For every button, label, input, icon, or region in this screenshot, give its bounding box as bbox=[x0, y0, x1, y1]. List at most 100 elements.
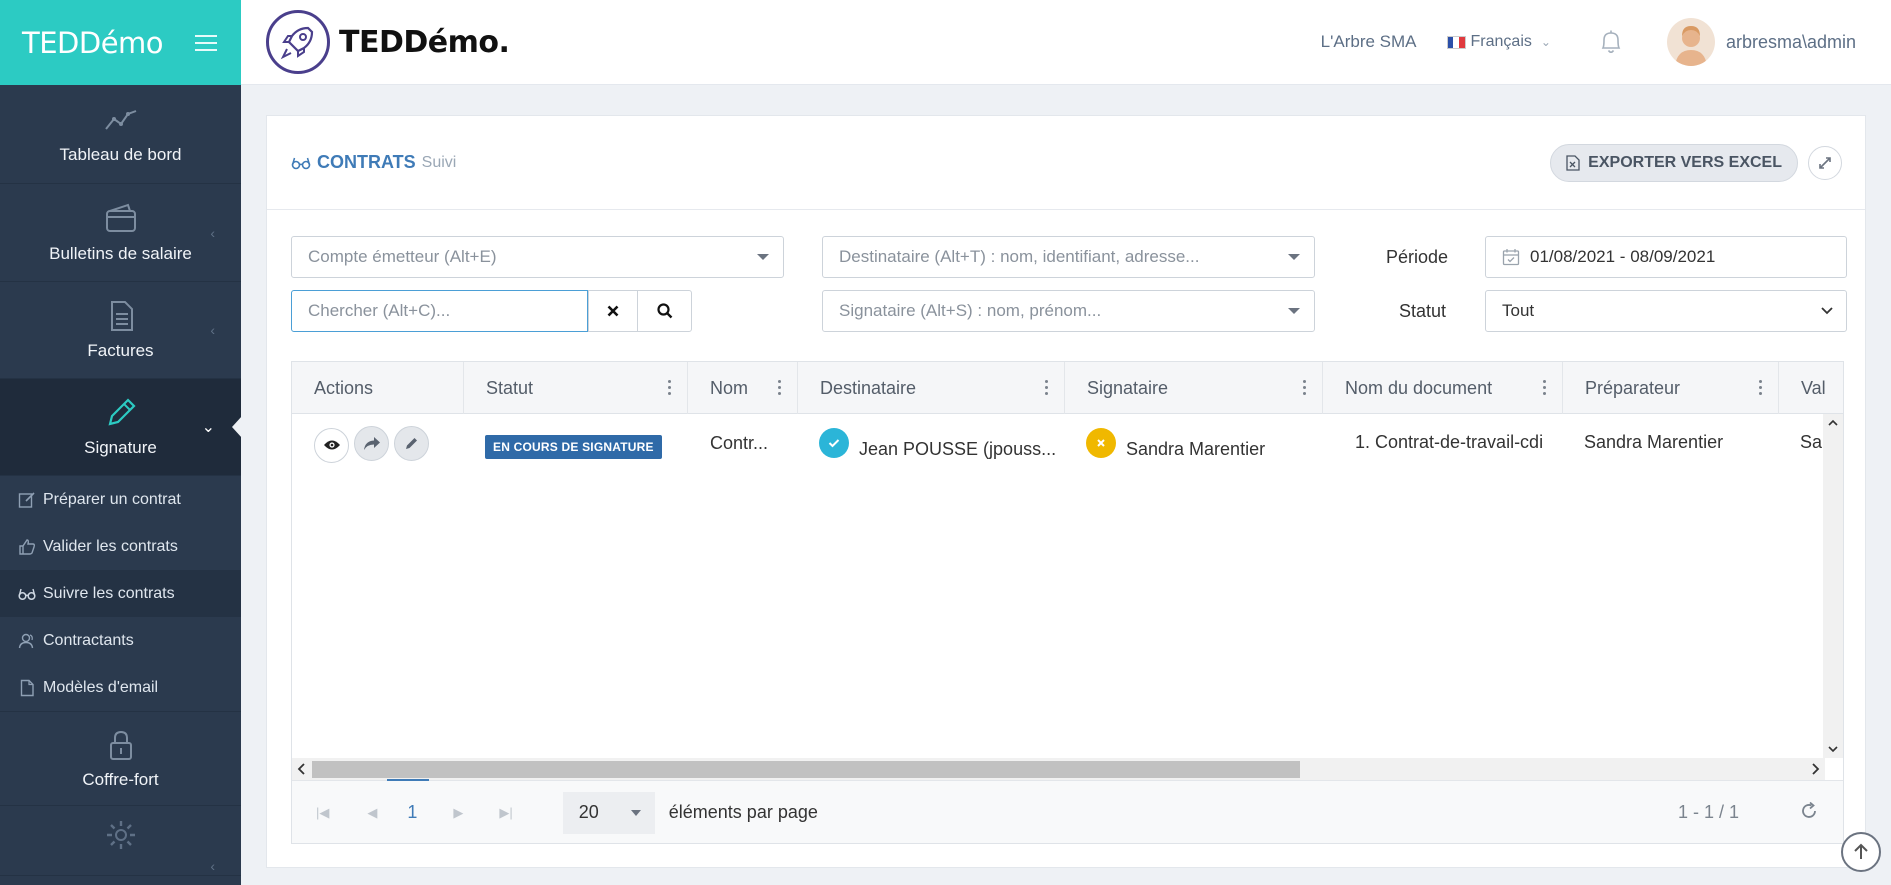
organization-name[interactable]: L'Arbre SMA bbox=[1321, 32, 1417, 52]
search-button[interactable] bbox=[637, 290, 692, 332]
menu-toggle-icon[interactable] bbox=[195, 34, 217, 51]
excel-file-icon bbox=[1566, 155, 1580, 171]
row-actions bbox=[314, 426, 434, 463]
column-header-status[interactable]: Statut bbox=[464, 362, 688, 414]
column-header-recipient[interactable]: Destinataire bbox=[798, 362, 1065, 414]
submenu-validate-contracts[interactable]: Valider les contrats bbox=[0, 523, 241, 570]
language-label: Français bbox=[1470, 33, 1532, 50]
recipient-placeholder: Destinataire (Alt+T) : nom, identifiant,… bbox=[839, 247, 1200, 266]
caret-down-icon bbox=[757, 254, 769, 260]
caret-down-icon bbox=[630, 809, 641, 816]
expand-button[interactable] bbox=[1808, 146, 1842, 180]
view-button[interactable] bbox=[314, 427, 349, 463]
cell-document[interactable]: 1. Contrat-de-travail-cdi bbox=[1355, 432, 1543, 453]
recipient-name: Jean POUSSE (jpouss... bbox=[859, 438, 1057, 459]
cell-recipient: Jean POUSSE (jpouss... bbox=[819, 426, 1056, 460]
scroll-up-icon[interactable] bbox=[1823, 416, 1843, 430]
logo-text: TEDDémo. bbox=[339, 24, 510, 60]
column-label: Nom bbox=[710, 377, 749, 398]
app-logo[interactable]: TEDDémo. bbox=[266, 10, 510, 74]
recipient-select[interactable]: Destinataire (Alt+T) : nom, identifiant,… bbox=[822, 236, 1315, 278]
column-menu-icon[interactable] bbox=[778, 380, 781, 395]
glasses-icon bbox=[291, 157, 311, 169]
sidebar-item-vault[interactable]: Coffre-fort bbox=[0, 711, 241, 806]
sidebar: TEDDémo Tableau de bord Bulletins de sal… bbox=[0, 0, 241, 885]
first-page-icon[interactable]: |◀ bbox=[316, 805, 329, 821]
submenu-email-templates[interactable]: Modèles d'email bbox=[0, 664, 241, 711]
scroll-to-top-button[interactable] bbox=[1841, 832, 1881, 872]
column-menu-icon[interactable] bbox=[1759, 380, 1762, 395]
column-header-name[interactable]: Nom bbox=[688, 362, 798, 414]
column-header-document[interactable]: Nom du document bbox=[1323, 362, 1563, 414]
expand-icon bbox=[1819, 157, 1831, 169]
column-menu-icon[interactable] bbox=[1045, 380, 1048, 395]
search-input[interactable] bbox=[291, 290, 588, 332]
column-header-actions[interactable]: Actions bbox=[292, 362, 464, 414]
refresh-icon[interactable] bbox=[1799, 801, 1819, 821]
export-label: EXPORTER VERS EXCEL bbox=[1588, 154, 1782, 171]
column-header-signer[interactable]: Signataire bbox=[1065, 362, 1323, 414]
chevron-down-icon: ⌄ bbox=[201, 419, 215, 436]
column-menu-icon[interactable] bbox=[1543, 380, 1546, 395]
scrollbar-thumb[interactable] bbox=[312, 761, 1300, 778]
pagination: |◀ ◀ 1 ▶ ▶| 20 éléments par page 1 - 1 /… bbox=[292, 779, 1843, 843]
page-size-select[interactable]: 20 bbox=[562, 791, 655, 834]
edit-button[interactable] bbox=[394, 426, 429, 461]
sidebar-item-payslips[interactable]: Bulletins de salaire ‹ bbox=[0, 184, 241, 282]
status-select[interactable]: Tout bbox=[1485, 290, 1847, 332]
period-value: 01/08/2021 - 08/09/2021 bbox=[1530, 247, 1716, 266]
column-header-val[interactable]: Val bbox=[1779, 362, 1843, 414]
sidebar-item-label: Factures bbox=[87, 341, 154, 360]
avatar[interactable] bbox=[1666, 18, 1715, 66]
next-page-icon[interactable]: ▶ bbox=[453, 805, 463, 821]
emitter-account-select[interactable]: Compte émetteur (Alt+E) bbox=[291, 236, 784, 278]
submenu-contractors[interactable]: Contractants bbox=[0, 617, 241, 664]
column-label: Val bbox=[1801, 377, 1826, 398]
user-name[interactable]: arbresma\admin bbox=[1726, 32, 1856, 53]
chevron-down-icon: ⌄ bbox=[1540, 35, 1551, 49]
submenu-prepare-contract[interactable]: Préparer un contrat bbox=[0, 476, 241, 523]
language-selector[interactable]: Français ⌄ bbox=[1446, 33, 1551, 51]
users-icon bbox=[18, 633, 34, 648]
item-count: 1 - 1 / 1 bbox=[1677, 802, 1739, 822]
current-page[interactable]: 1 bbox=[387, 779, 430, 823]
rocket-icon bbox=[266, 10, 330, 74]
column-label: Nom du document bbox=[1345, 377, 1493, 398]
sidebar-item-settings[interactable]: ‹ bbox=[0, 806, 241, 876]
column-menu-icon[interactable] bbox=[1303, 380, 1306, 395]
column-header-preparer[interactable]: Préparateur bbox=[1563, 362, 1779, 414]
sidebar-item-dashboard[interactable]: Tableau de bord bbox=[0, 85, 241, 184]
topbar-right: L'Arbre SMA Français ⌄ arbresma\admin bbox=[1321, 0, 1891, 84]
caret-down-icon bbox=[1288, 254, 1300, 260]
forward-button[interactable] bbox=[354, 426, 389, 461]
column-menu-icon[interactable] bbox=[668, 380, 671, 395]
sidebar-item-signature[interactable]: Signature ⌄ bbox=[0, 379, 241, 476]
cell-name: Contr... bbox=[710, 433, 769, 453]
last-page-icon[interactable]: ▶| bbox=[499, 805, 512, 821]
period-input[interactable]: 01/08/2021 - 08/09/2021 bbox=[1485, 236, 1847, 278]
page-title: CONTRATS bbox=[317, 152, 416, 172]
column-label: Destinataire bbox=[820, 377, 917, 398]
signer-select[interactable]: Signataire (Alt+S) : nom, prénom... bbox=[822, 290, 1315, 332]
sidebar-item-invoices[interactable]: Factures ‹ bbox=[0, 282, 241, 379]
prev-page-icon[interactable]: ◀ bbox=[367, 805, 377, 821]
vertical-scrollbar[interactable] bbox=[1823, 414, 1843, 758]
submenu-track-contracts[interactable]: Suivre les contrats bbox=[0, 570, 241, 617]
submenu-label: Modèles d'email bbox=[43, 678, 159, 696]
signer-placeholder: Signataire (Alt+S) : nom, prénom... bbox=[839, 301, 1102, 320]
scroll-right-icon[interactable] bbox=[1807, 759, 1823, 779]
panel-header: CONTRATS Suivi EXPORTER VERS EXCEL bbox=[267, 116, 1865, 210]
wallet-icon bbox=[105, 203, 136, 232]
close-icon bbox=[607, 305, 619, 317]
horizontal-scrollbar[interactable] bbox=[292, 758, 1825, 780]
arrow-up-icon bbox=[1854, 843, 1868, 859]
bell-icon[interactable] bbox=[1599, 29, 1623, 55]
export-excel-button[interactable]: EXPORTER VERS EXCEL bbox=[1550, 144, 1798, 182]
edit-icon bbox=[18, 491, 35, 508]
clear-search-button[interactable] bbox=[588, 290, 638, 332]
table-row[interactable]: EN COURS DE SIGNATURE Contr... Jean POUS… bbox=[292, 414, 1843, 478]
contracts-panel: CONTRATS Suivi EXPORTER VERS EXCEL Compt… bbox=[266, 115, 1866, 868]
chevron-left-icon: ‹ bbox=[210, 224, 215, 241]
scroll-down-icon[interactable] bbox=[1823, 742, 1843, 756]
scroll-left-icon[interactable] bbox=[294, 759, 310, 779]
